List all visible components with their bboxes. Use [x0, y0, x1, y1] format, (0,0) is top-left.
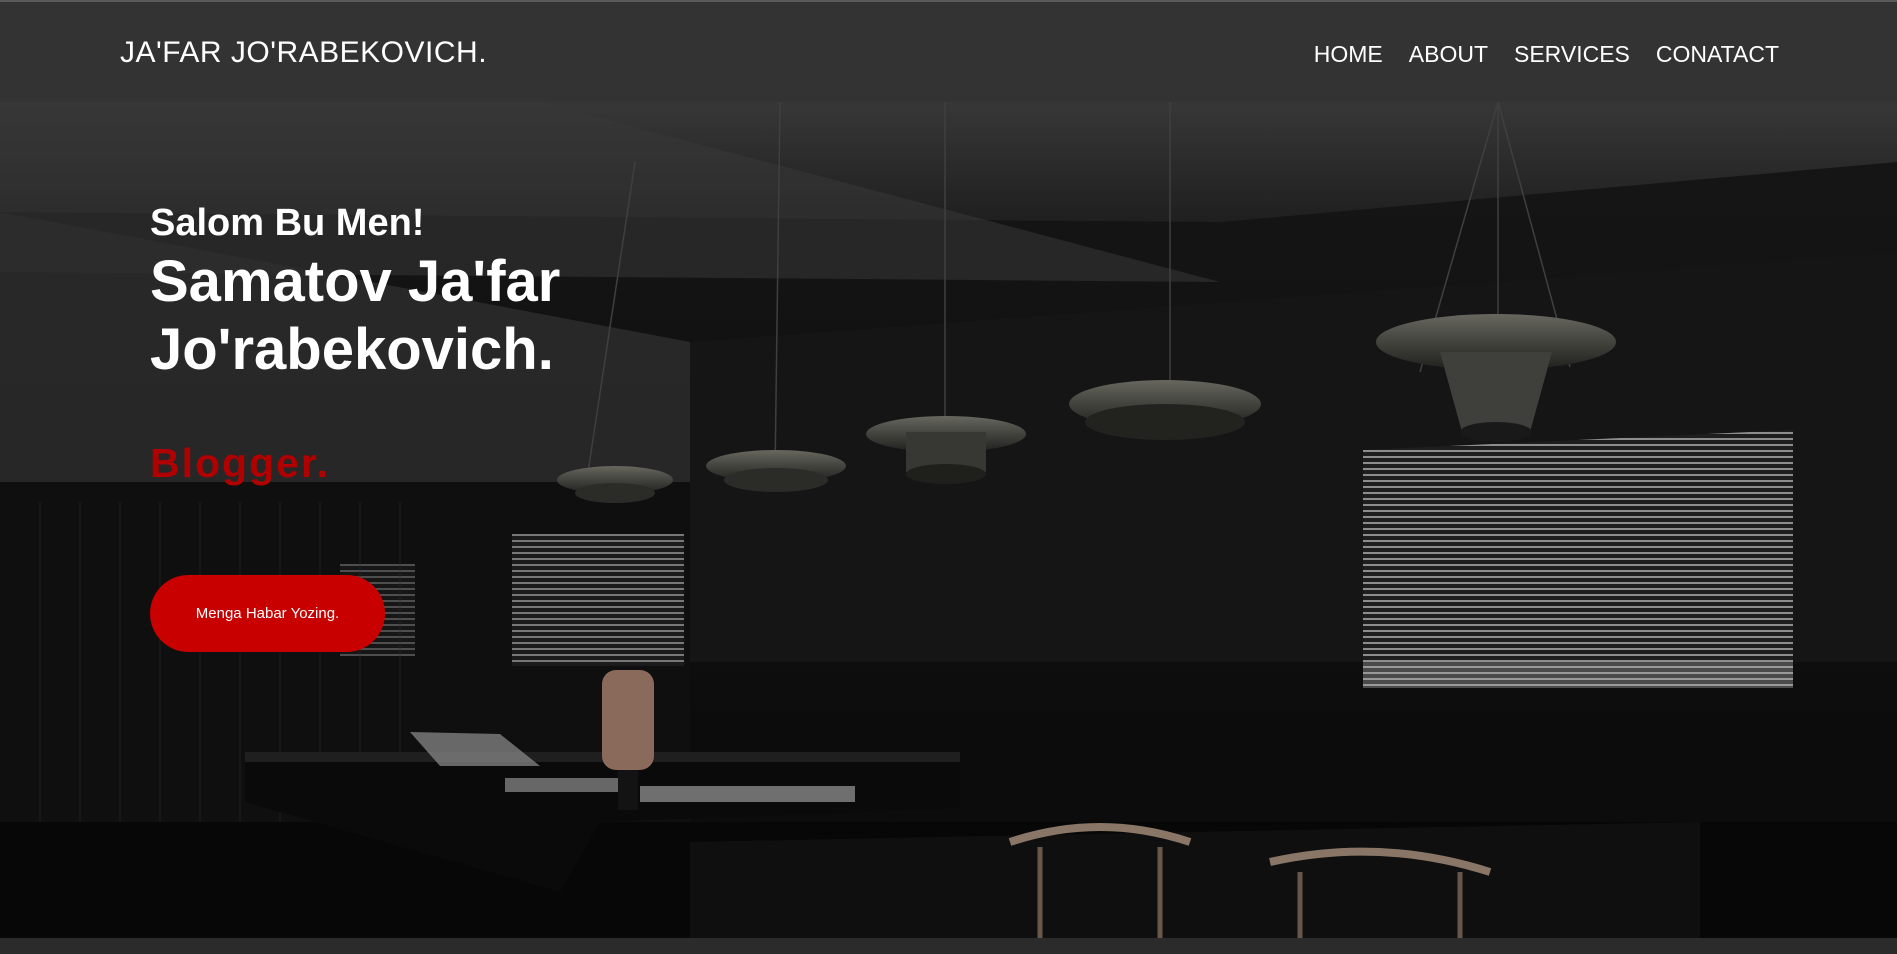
hero-name-line2: Jo'rabekovich.	[150, 317, 554, 382]
hero-greeting: Salom Bu Men!	[150, 202, 425, 244]
site-brand[interactable]: JA'FAR JO'RABEKOVICH.	[120, 36, 487, 70]
contact-me-button[interactable]: Menga Habar Yozing.	[150, 575, 385, 652]
nav-about-link[interactable]: ABOUT	[1409, 41, 1488, 68]
main-nav: HOME ABOUT SERVICES CONATACT	[1288, 41, 1779, 68]
nav-contact-link[interactable]: CONATACT	[1656, 41, 1779, 68]
hero-name: Samatov Ja'far Jo'rabekovich.	[150, 248, 750, 384]
bottom-bar	[0, 938, 1897, 954]
navbar: JA'FAR JO'RABEKOVICH. HOME ABOUT SERVICE…	[0, 2, 1897, 102]
nav-home-link[interactable]: HOME	[1314, 41, 1383, 68]
hero-role: Blogger.	[150, 440, 331, 486]
hero-section: Salom Bu Men! Samatov Ja'far Jo'rabekovi…	[0, 102, 1897, 938]
hero-name-line1: Samatov Ja'far	[150, 249, 561, 314]
nav-services-link[interactable]: SERVICES	[1514, 41, 1630, 68]
